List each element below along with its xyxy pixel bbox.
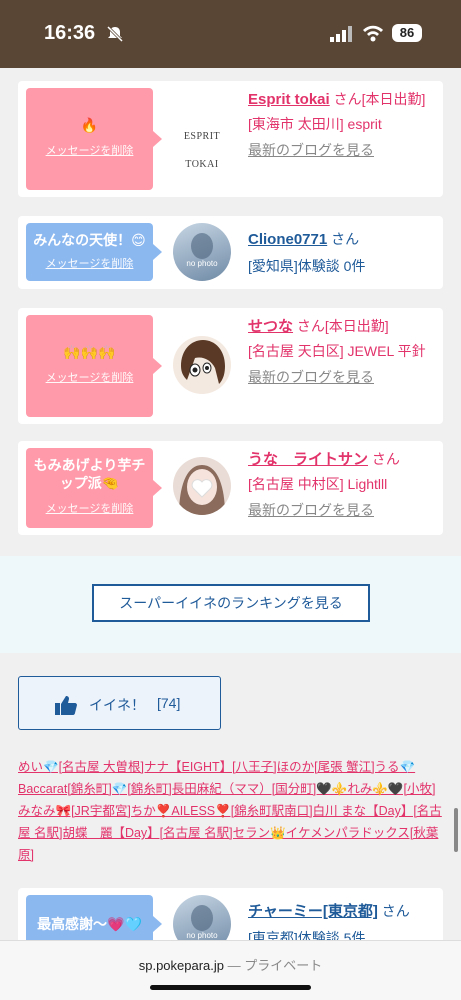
iine-button[interactable]: イイネ！ [74] bbox=[18, 676, 221, 730]
silhouette-icon bbox=[191, 905, 213, 931]
delete-message-link[interactable]: メッセージを削除 bbox=[26, 142, 153, 158]
likers-list: めい💎[名古屋 大曽根]ナナ【EIGHT】[八王子]ほのか[尾張 蟹江]うる💎B… bbox=[18, 756, 443, 866]
browser-url-bar[interactable]: sp.pokepara.jp — プライベート bbox=[0, 940, 461, 1000]
no-photo-label: no photo bbox=[186, 259, 218, 268]
user-name-link[interactable]: うな ライトサン bbox=[248, 451, 368, 468]
shop-logo[interactable]: ESPRIT TOKAI bbox=[174, 123, 230, 170]
like-card: もみあげより芋チップ派🤏 メッセージを削除 うな ライトサン さん [名古屋 中… bbox=[18, 441, 443, 535]
iine-label: イイネ！ bbox=[89, 697, 145, 713]
ranking-section: スーパーイイネのランキングを見る bbox=[0, 556, 461, 653]
iine-count: [74] bbox=[157, 695, 181, 711]
status-bar: 16:36 86 bbox=[0, 0, 461, 68]
thumbs-up-icon bbox=[55, 696, 77, 715]
url-text: sp.pokepara.jp — プライベート bbox=[0, 955, 461, 974]
ranking-button[interactable]: スーパーイイネのランキングを見る bbox=[92, 584, 370, 622]
no-photo-label: no photo bbox=[186, 931, 218, 940]
message-box: もみあげより芋チップ派🤏 メッセージを削除 bbox=[26, 448, 162, 528]
main-content: 🔥 メッセージを削除 ESPRIT TOKAI Esprit tokai さん[… bbox=[0, 68, 461, 1000]
honorific: さん bbox=[381, 903, 410, 919]
like-card: 🔥 メッセージを削除 ESPRIT TOKAI Esprit tokai さん[… bbox=[18, 81, 443, 197]
delete-message-link[interactable]: メッセージを削除 bbox=[26, 369, 153, 385]
user-name-link[interactable]: せつな bbox=[248, 318, 293, 335]
wifi-icon bbox=[363, 25, 383, 42]
avatar[interactable] bbox=[173, 457, 231, 515]
illustrated-face-icon bbox=[181, 340, 225, 384]
message-box: 🔥 メッセージを削除 bbox=[26, 88, 162, 190]
user-info: せつな さん[本日出勤] [名古屋 天白区] JEWEL 平針 最新のブログを見… bbox=[248, 315, 438, 388]
user-info: Clione0771 さん [愛知県]体験談 0件 bbox=[248, 228, 438, 277]
honorific: さん bbox=[333, 91, 362, 107]
honorific: さん bbox=[371, 451, 400, 467]
url-private-label: — プライベート bbox=[224, 958, 323, 973]
likers-line[interactable]: 💎Baccarat[錦糸町]💎[錦糸町]長田麻紀（ママ）[国分町]🖤⚜️れみ⚜️… bbox=[18, 760, 442, 862]
message-text: 🔥 bbox=[80, 117, 99, 133]
battery-icon: 86 bbox=[392, 24, 422, 42]
user-name-link[interactable]: チャーミー[東京都] bbox=[248, 903, 378, 920]
delete-message-link[interactable]: メッセージを削除 bbox=[26, 255, 153, 271]
honorific: さん bbox=[331, 231, 360, 247]
avatar[interactable]: no photo bbox=[173, 223, 231, 281]
silhouette-icon bbox=[191, 233, 213, 259]
blog-link[interactable]: 最新のブログを見る bbox=[248, 139, 374, 161]
shop-link[interactable]: [名古屋 天白区] JEWEL 平針 bbox=[248, 340, 426, 362]
message-box: みんなの天使！😊 メッセージを削除 bbox=[26, 223, 162, 281]
message-text: 🙌🙌🙌 bbox=[63, 344, 116, 360]
scrollbar[interactable] bbox=[454, 808, 458, 852]
user-info: Esprit tokai さん[本日出勤] [東海市 太田川] esprit 最… bbox=[248, 88, 438, 161]
message-text: もみあげより芋チップ派🤏 bbox=[33, 457, 146, 491]
blog-link[interactable]: 最新のブログを見る bbox=[248, 499, 374, 521]
avatar[interactable] bbox=[173, 336, 231, 394]
likers-line[interactable]: めい💎[名古屋 大曽根]ナナ【EIGHT】[八王子]ほのか[尾張 蟹江]うる bbox=[18, 760, 400, 774]
message-box: 🙌🙌🙌 メッセージを削除 bbox=[26, 315, 162, 417]
message-text: みんなの天使！😊 bbox=[33, 232, 146, 248]
user-info: うな ライトサン さん [名古屋 中村区] Lightlll 最新のブログを見る bbox=[248, 448, 438, 521]
delete-message-link[interactable]: メッセージを削除 bbox=[26, 500, 153, 516]
signal-icon bbox=[330, 26, 352, 42]
like-card: 🙌🙌🙌 メッセージを削除 せつな さん[本日出勤] [名古屋 天白区] JEWE… bbox=[18, 308, 443, 424]
silent-bell-icon bbox=[106, 25, 124, 43]
status-time: 16:36 bbox=[44, 22, 96, 44]
photo-heart-icon bbox=[179, 465, 225, 515]
working-tag: [本日出勤] bbox=[361, 91, 426, 107]
user-name-link[interactable]: Esprit tokai bbox=[248, 91, 330, 108]
honorific: さん bbox=[296, 318, 325, 334]
user-name-link[interactable]: Clione0771 bbox=[248, 231, 327, 248]
blog-link[interactable]: 最新のブログを見る bbox=[248, 366, 374, 388]
like-card: みんなの天使！😊 メッセージを削除 no photo Clione0771 さん… bbox=[18, 216, 443, 289]
shop-link[interactable]: [名古屋 中村区] Lightlll bbox=[248, 473, 387, 495]
working-tag: [本日出勤] bbox=[324, 318, 389, 334]
message-text: 最高感謝〜💗🩵 bbox=[37, 916, 142, 932]
url-domain: sp.pokepara.jp bbox=[138, 958, 225, 973]
home-indicator[interactable] bbox=[150, 985, 311, 990]
shop-link[interactable]: [東海市 太田川] esprit bbox=[248, 113, 382, 135]
shop-link[interactable]: [愛知県]体験談 0件 bbox=[248, 255, 365, 277]
